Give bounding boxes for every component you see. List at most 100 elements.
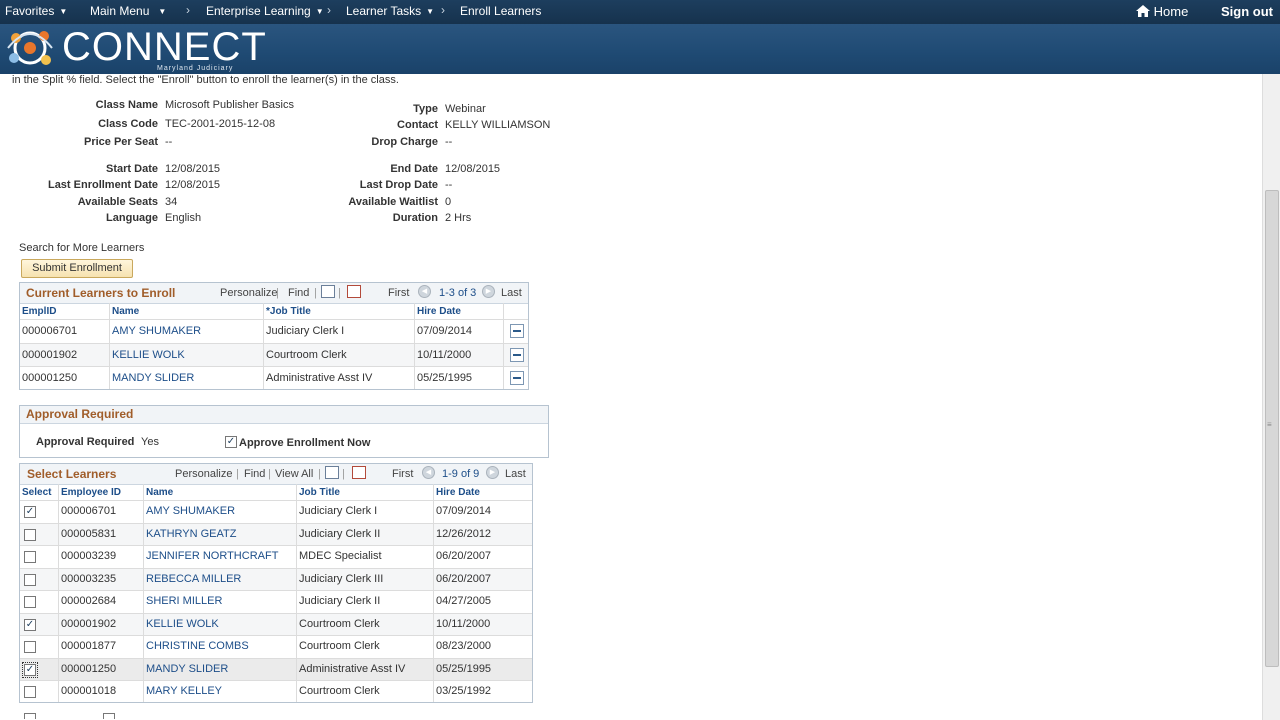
column-header-hire-date[interactable]: Hire Date (436, 487, 480, 498)
drop-charge-label: Drop Charge (371, 136, 438, 148)
column-divider (263, 303, 264, 389)
name-link[interactable]: MANDY SLIDER (112, 372, 194, 384)
breadcrumb-learner-tasks[interactable]: Learner Tasks ▼ (346, 4, 434, 18)
breadcrumb-separator-icon: › (441, 3, 445, 17)
last-label: Last (501, 287, 522, 299)
download-spreadsheet-icon[interactable] (347, 285, 361, 298)
scrollbar-grip-icon: ≡ (1267, 420, 1272, 429)
search-more-learners-link[interactable]: Search for More Learners (19, 242, 144, 254)
name-link[interactable]: AMY SHUMAKER (146, 505, 235, 517)
row-count: 1-9 of 9 (442, 468, 480, 480)
separator: | (342, 468, 345, 480)
next-arrow-icon[interactable]: ▶ (482, 285, 495, 298)
table-row: 000001250 MANDY SLIDER Administrative As… (20, 366, 528, 389)
main-menu[interactable]: Main Menu ▼ (90, 4, 166, 18)
name-link[interactable]: KELLIE WOLK (146, 618, 219, 630)
approval-title: Approval Required (26, 407, 134, 421)
class-name-link[interactable]: Microsoft Publisher Basics (165, 99, 294, 111)
contact-link[interactable]: KELLY WILLIAMSON (445, 119, 550, 131)
select-checkbox[interactable] (24, 574, 36, 586)
last-enrollment-label: Last Enrollment Date (47, 179, 158, 191)
name-link[interactable]: REBECCA MILLER (146, 573, 241, 585)
employee-id-cell: 000001250 (61, 663, 117, 675)
first-label: First (388, 287, 410, 299)
select-checkbox[interactable]: ✓ (24, 506, 36, 518)
delete-row-icon[interactable] (510, 324, 524, 338)
select-checkbox[interactable] (24, 529, 36, 541)
personalize-link[interactable]: Personalize (175, 468, 232, 480)
find-link[interactable]: Find (288, 287, 309, 299)
name-link[interactable]: AMY SHUMAKER (112, 325, 201, 337)
select-checkbox[interactable] (24, 641, 36, 653)
column-header-emplid[interactable]: EmplID (22, 306, 56, 317)
job-title-cell: Judiciary Clerk III (299, 573, 384, 585)
select-checkbox[interactable]: ✓ (22, 662, 38, 678)
employee-id-cell: 000003239 (61, 550, 117, 562)
employee-id-cell: 000006701 (61, 505, 117, 517)
main-menu-label: Main Menu (90, 4, 150, 18)
download-spreadsheet-icon[interactable] (352, 466, 366, 479)
personalize-link[interactable]: Personalize (220, 287, 277, 299)
view-in-new-window-icon[interactable] (321, 285, 335, 298)
duration-value: 2 Hrs (445, 212, 472, 224)
previous-arrow-icon[interactable]: ◀ (418, 285, 431, 298)
name-link[interactable]: MANDY SLIDER (146, 663, 228, 675)
chevron-down-icon: ▼ (426, 7, 435, 16)
table-row: ✓ 000001902 KELLIE WOLK Courtroom Clerk … (20, 613, 532, 636)
select-checkbox[interactable] (24, 596, 36, 608)
name-link[interactable]: CHRISTINE COMBS (146, 640, 249, 652)
column-header-job-title[interactable]: *Job Title (266, 306, 311, 317)
home-link[interactable]: Home (1136, 4, 1188, 19)
emplid-cell: 000006701 (22, 325, 78, 337)
start-date-label: Start Date (106, 163, 158, 175)
last-drop-label: Last Drop Date (359, 179, 438, 191)
next-arrow-icon[interactable]: ▶ (486, 466, 499, 479)
delete-row-icon[interactable] (510, 348, 524, 362)
view-in-new-window-icon[interactable] (325, 466, 339, 479)
job-title-cell: Courtroom Clerk (299, 618, 380, 630)
hire-date-cell: 04/27/2005 (436, 595, 492, 607)
approve-enrollment-checkbox[interactable]: ✓ (225, 436, 237, 448)
view-all-link[interactable]: View All (275, 468, 313, 480)
select-all-icon[interactable] (24, 713, 36, 719)
select-learners-title: Select Learners (27, 467, 117, 481)
available-seats-value: 34 (165, 196, 178, 208)
previous-arrow-icon[interactable]: ◀ (422, 466, 435, 479)
column-header-name[interactable]: Name (112, 306, 139, 317)
submit-enrollment-button[interactable]: Submit Enrollment (21, 259, 133, 278)
job-title-cell: Judiciary Clerk II (299, 595, 381, 607)
employee-id-cell: 000005831 (61, 528, 117, 540)
name-link[interactable]: KELLIE WOLK (112, 349, 185, 361)
deselect-all-icon[interactable] (103, 713, 115, 719)
select-checkbox[interactable] (24, 686, 36, 698)
column-divider (109, 303, 110, 389)
hire-date-cell: 03/25/1992 (436, 685, 492, 697)
name-link[interactable]: KATHRYN GEATZ (146, 528, 236, 540)
sign-out-link[interactable]: Sign out (1221, 4, 1273, 19)
select-checkbox[interactable] (24, 551, 36, 563)
column-header-hire-date[interactable]: Hire Date (417, 306, 461, 317)
job-title-cell: Judiciary Clerk I (266, 325, 345, 337)
approval-section: Approval Required Approval Required Yes … (19, 405, 549, 458)
table-row: 000005831 KATHRYN GEATZ Judiciary Clerk … (20, 523, 532, 546)
breadcrumb-enterprise-learning[interactable]: Enterprise Learning ▼ (206, 4, 324, 18)
hire-date-cell: 06/20/2007 (436, 573, 492, 585)
table-row: 000001877 CHRISTINE COMBS Courtroom Cler… (20, 635, 532, 658)
name-link[interactable]: SHERI MILLER (146, 595, 222, 607)
chevron-down-icon: ▼ (59, 7, 68, 16)
column-header-employee-id[interactable]: Employee ID (61, 487, 121, 498)
column-divider (296, 484, 297, 702)
favorites-label: Favorites (5, 4, 55, 18)
select-checkbox[interactable]: ✓ (24, 619, 36, 631)
find-link[interactable]: Find (244, 468, 265, 480)
name-link[interactable]: MARY KELLEY (146, 685, 222, 697)
favorites-menu[interactable]: Favorites ▼ (5, 4, 67, 18)
column-header-name[interactable]: Name (146, 487, 173, 498)
chevron-down-icon: ▼ (158, 7, 167, 16)
delete-row-icon[interactable] (510, 371, 524, 385)
column-header-job-title[interactable]: Job Title (299, 487, 340, 498)
connect-logo-icon (7, 31, 53, 65)
column-divider (58, 484, 59, 702)
column-header-select[interactable]: Select (22, 487, 51, 498)
name-link[interactable]: JENNIFER NORTHCRAFT (146, 550, 278, 562)
